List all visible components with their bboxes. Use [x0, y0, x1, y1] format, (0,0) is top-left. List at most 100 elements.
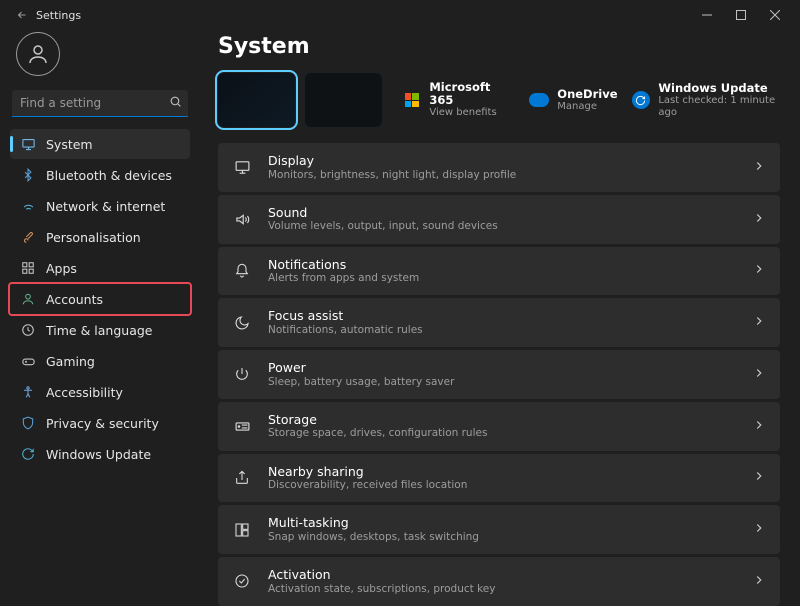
chevron-right-icon — [752, 573, 766, 590]
titlebar: Settings — [0, 0, 800, 30]
minimize-button[interactable] — [690, 0, 724, 30]
row-sound[interactable]: SoundVolume levels, output, input, sound… — [218, 195, 780, 244]
wifi-icon — [20, 198, 36, 214]
share-icon — [232, 468, 252, 488]
sidebar-item-time[interactable]: Time & language — [10, 315, 190, 345]
chevron-right-icon — [752, 469, 766, 486]
row-sub: Volume levels, output, input, sound devi… — [268, 220, 736, 233]
row-nearby[interactable]: Nearby sharingDiscoverability, received … — [218, 454, 780, 503]
system-icon — [20, 136, 36, 152]
page-title: System — [218, 34, 780, 59]
sidebar-item-label: Network & internet — [46, 199, 165, 214]
row-title: Power — [268, 360, 736, 376]
chevron-right-icon — [752, 159, 766, 176]
sidebar-item-label: Accessibility — [46, 385, 123, 400]
chevron-right-icon — [752, 418, 766, 435]
sidebar-item-apps[interactable]: Apps — [10, 253, 190, 283]
sidebar-item-update[interactable]: Windows Update — [10, 439, 190, 469]
top-card-sub: Manage — [557, 101, 617, 113]
brush-icon — [20, 229, 36, 245]
multitask-icon — [232, 520, 252, 540]
desktop-thumb-2[interactable] — [305, 73, 382, 127]
sidebar-item-accounts[interactable]: Accounts — [10, 284, 190, 314]
row-title: Focus assist — [268, 308, 736, 324]
top-card-title: Windows Update — [658, 82, 780, 95]
sidebar-nav: System Bluetooth & devices Network & inter… — [10, 129, 190, 469]
sidebar-item-label: Accounts — [46, 292, 103, 307]
row-title: Activation — [268, 567, 736, 583]
row-sub: Alerts from apps and system — [268, 272, 736, 285]
row-title: Display — [268, 153, 736, 169]
close-button[interactable] — [758, 0, 792, 30]
sidebar-item-label: Time & language — [46, 323, 152, 338]
bell-icon — [232, 261, 252, 281]
settings-list: DisplayMonitors, brightness, night light… — [218, 143, 780, 606]
row-power[interactable]: PowerSleep, battery usage, battery saver — [218, 350, 780, 399]
person-icon — [20, 291, 36, 307]
top-card-title: OneDrive — [557, 88, 617, 101]
main-content: System Microsoft 365View benefits OneDriv… — [200, 30, 800, 606]
row-display[interactable]: DisplayMonitors, brightness, night light… — [218, 143, 780, 192]
row-sub: Discoverability, received files location — [268, 479, 736, 492]
row-title: Notifications — [268, 257, 736, 273]
accessibility-icon — [20, 384, 36, 400]
moon-icon — [232, 313, 252, 333]
top-card-title: Microsoft 365 — [429, 81, 507, 107]
clock-icon — [20, 322, 36, 338]
sidebar-item-system[interactable]: System — [10, 129, 190, 159]
chevron-right-icon — [752, 366, 766, 383]
sidebar-item-label: Personalisation — [46, 230, 141, 245]
row-activation[interactable]: ActivationActivation state, subscription… — [218, 557, 780, 606]
power-icon — [232, 364, 252, 384]
check-icon — [232, 571, 252, 591]
row-sub: Monitors, brightness, night light, displ… — [268, 169, 736, 182]
sidebar-item-label: Privacy & security — [46, 416, 159, 431]
top-card-sub: Last checked: 1 minute ago — [658, 95, 780, 118]
sidebar-item-label: Apps — [46, 261, 77, 276]
sidebar-item-label: Windows Update — [46, 447, 151, 462]
top-card-onedrive[interactable]: OneDriveManage — [529, 81, 609, 119]
sidebar-item-label: System — [46, 137, 93, 152]
window-title: Settings — [36, 9, 81, 22]
search-icon — [169, 95, 182, 111]
update-icon — [20, 446, 36, 462]
avatar[interactable] — [16, 32, 60, 76]
microsoft-icon — [405, 93, 419, 107]
row-title: Nearby sharing — [268, 464, 736, 480]
sidebar-item-gaming[interactable]: Gaming — [10, 346, 190, 376]
chevron-right-icon — [752, 314, 766, 331]
shield-icon — [20, 415, 36, 431]
desktop-thumb-1[interactable] — [218, 73, 295, 127]
sidebar-item-privacy[interactable]: Privacy & security — [10, 408, 190, 438]
storage-icon — [232, 416, 252, 436]
chevron-right-icon — [752, 521, 766, 538]
back-button[interactable] — [8, 9, 36, 21]
maximize-button[interactable] — [724, 0, 758, 30]
row-focus[interactable]: Focus assistNotifications, automatic rul… — [218, 298, 780, 347]
sidebar-item-personalisation[interactable]: Personalisation — [10, 222, 190, 252]
top-row: Microsoft 365View benefits OneDriveManage… — [218, 73, 780, 127]
row-sub: Activation state, subscriptions, product… — [268, 583, 736, 596]
row-storage[interactable]: StorageStorage space, drives, configurat… — [218, 402, 780, 451]
apps-icon — [20, 260, 36, 276]
row-title: Sound — [268, 205, 736, 221]
sidebar-item-network[interactable]: Network & internet — [10, 191, 190, 221]
bluetooth-icon — [20, 167, 36, 183]
search-input[interactable] — [12, 90, 188, 117]
sound-icon — [232, 209, 252, 229]
row-sub: Snap windows, desktops, task switching — [268, 531, 736, 544]
row-sub: Storage space, drives, configuration rul… — [268, 427, 736, 440]
sidebar: System Bluetooth & devices Network & inter… — [0, 30, 200, 606]
top-card-ms365[interactable]: Microsoft 365View benefits — [402, 81, 507, 119]
row-notifications[interactable]: NotificationsAlerts from apps and system — [218, 247, 780, 296]
sidebar-item-accessibility[interactable]: Accessibility — [10, 377, 190, 407]
onedrive-icon — [529, 93, 549, 107]
sidebar-item-label: Gaming — [46, 354, 95, 369]
chevron-right-icon — [752, 211, 766, 228]
row-title: Storage — [268, 412, 736, 428]
sidebar-item-label: Bluetooth & devices — [46, 168, 172, 183]
row-multitask[interactable]: Multi-taskingSnap windows, desktops, tas… — [218, 505, 780, 554]
top-card-winupdate[interactable]: Windows UpdateLast checked: 1 minute ago — [631, 81, 780, 119]
update-icon — [632, 91, 650, 109]
sidebar-item-bluetooth[interactable]: Bluetooth & devices — [10, 160, 190, 190]
